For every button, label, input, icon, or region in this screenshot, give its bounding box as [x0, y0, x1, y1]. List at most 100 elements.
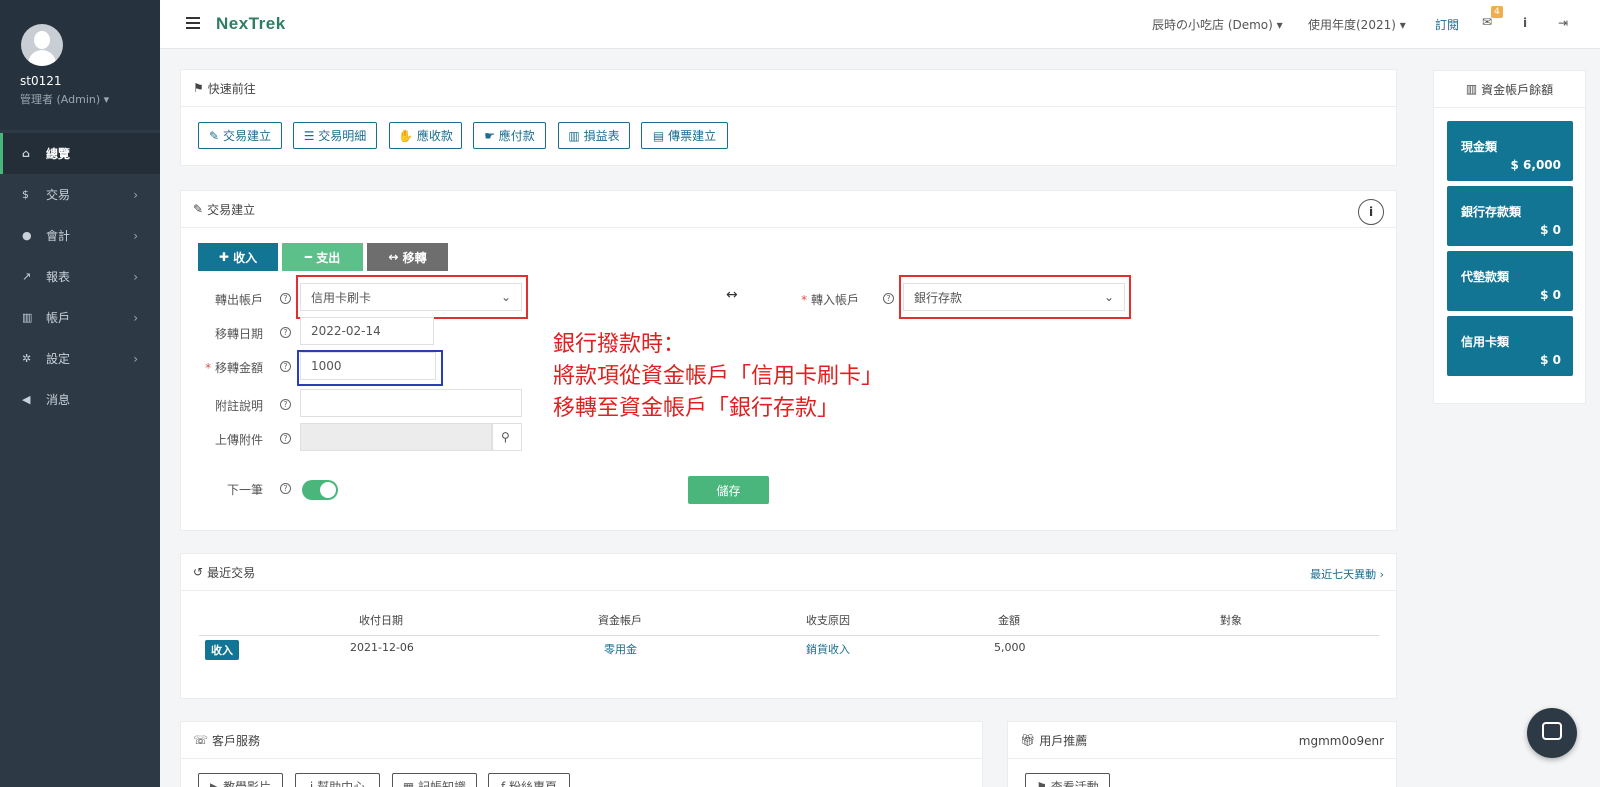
sidebar-item-transactions[interactable]: $ 交易 › — [0, 174, 160, 215]
save-button[interactable]: 儲存 — [688, 476, 769, 504]
panel-title: 最近交易 — [207, 565, 256, 580]
quick-voucher-button[interactable]: ▤ 傳票建立 — [641, 122, 728, 149]
info-circle-icon[interactable]: i — [1358, 199, 1384, 225]
card-label: 銀行存款類 — [1461, 205, 1522, 219]
document-icon: ▤ — [652, 128, 665, 143]
button-label: 傳票建立 — [668, 129, 717, 143]
annotation-line: 移轉至資金帳戶「銀行存款」 — [553, 396, 840, 421]
quick-payable-button[interactable]: ☛ 應付款 — [473, 122, 546, 149]
quick-income-statement-button[interactable]: ▥ 損益表 — [558, 122, 630, 149]
tab-transfer[interactable]: ↔ 移轉 — [367, 243, 448, 271]
quick-receivable-button[interactable]: ✋ 應收款 — [389, 122, 462, 149]
panel-header: ⚑ 快速前往 — [181, 70, 1396, 107]
sidebar-item-reports[interactable]: ↗ 報表 › — [0, 256, 160, 297]
view-event-button[interactable]: ⚑ 查看活動 — [1025, 773, 1110, 787]
sidebar-item-messages[interactable]: ◀ 消息 — [0, 379, 160, 420]
video-icon: ▶ — [209, 779, 220, 787]
date-input[interactable]: 2022-02-14 — [300, 317, 434, 345]
balance-card-bank[interactable]: 銀行存款類 $ 0 — [1447, 186, 1573, 246]
panel-header: ↺ 最近交易 — [181, 554, 1396, 591]
run-icon: ⚑ — [193, 81, 204, 95]
panel-header: ✎ 交易建立 — [181, 191, 1396, 228]
panel-title: 客戶服務 — [212, 733, 261, 748]
paperclip-icon[interactable]: ⚲ — [492, 423, 522, 451]
fanpage-button[interactable]: f 粉絲專頁 — [488, 773, 570, 787]
referral-code: mgmm0o9enr — [1298, 734, 1384, 748]
quick-transaction-list-button[interactable]: ☰ 交易明細 — [293, 122, 377, 149]
help-center-button[interactable]: i 幫助中心 — [295, 773, 380, 787]
link-label: 最近七天異動 — [1310, 568, 1377, 581]
sidebar-item-accounts[interactable]: ▥ 帳戶 › — [0, 297, 160, 338]
list-icon: ☰ — [303, 128, 315, 143]
avatar[interactable] — [21, 24, 63, 66]
chat-launcher[interactable] — [1527, 708, 1577, 758]
card-value: $ 0 — [1540, 353, 1561, 367]
hand-coin-icon: ✋ — [398, 128, 414, 143]
help-icon[interactable]: ? — [280, 399, 291, 410]
sidebar: st0121 管理者 (Admin) ▾ ⌂ 總覽 $ 交易 › ● 會計 › ↗ 報表 › … — [0, 0, 160, 787]
quick-create-transaction-button[interactable]: ✎ 交易建立 — [198, 122, 282, 149]
recent-7-days-link[interactable]: 最近七天異動 › — [1310, 566, 1384, 582]
amount-label-text: 移轉金額 — [214, 361, 263, 375]
help-icon[interactable]: ? — [280, 293, 291, 304]
button-label: 粉絲專頁 — [509, 780, 558, 787]
panel-header: ▥ 資金帳戶餘額 — [1434, 71, 1585, 108]
gear-icon: ✲ — [22, 352, 32, 365]
tab-label: 收入 — [233, 250, 258, 265]
annotation-line: 將款項從資金帳戶「信用卡刷卡」 — [553, 364, 884, 389]
help-icon[interactable]: ? — [280, 361, 291, 372]
tutorial-video-button[interactable]: ▶ 教學影片 — [198, 773, 283, 787]
balance-card-credit[interactable]: 信用卡類 $ 0 — [1447, 316, 1573, 376]
year-dropdown[interactable]: 使用年度(2021) ▾ — [1308, 16, 1406, 33]
store-dropdown[interactable]: 辰時の小吃店 (Demo) ▾ — [1152, 16, 1283, 33]
transfer-arrow-icon: ↔ — [726, 287, 738, 303]
tab-label: 移轉 — [402, 250, 427, 265]
row-account-link[interactable]: 零用金 — [604, 641, 637, 657]
sidebar-item-accounting[interactable]: ● 會計 › — [0, 215, 160, 256]
highlight-box — [297, 350, 443, 386]
gift-icon: 🎁︎ — [1020, 733, 1036, 747]
note-input[interactable] — [300, 389, 522, 417]
logout-icon[interactable]: ⇥ — [1558, 16, 1568, 30]
knowledge-button[interactable]: ▦ 記帳知識 — [392, 773, 477, 787]
support-icon: ☏ — [193, 733, 209, 747]
balance-card-advance[interactable]: 代墊款類 $ 0 — [1447, 251, 1573, 311]
tab-expense[interactable]: ━ 支出 — [282, 243, 363, 271]
upload-input[interactable] — [300, 423, 492, 451]
sidebar-item-label: 消息 — [46, 393, 71, 407]
to-account-label: * 轉入帳戶 — [789, 291, 859, 308]
subscribe-link[interactable]: 訂閱 — [1435, 16, 1459, 33]
sidebar-item-overview[interactable]: ⌂ 總覽 — [0, 133, 160, 174]
dollar-icon: $ — [22, 188, 29, 201]
info-icon[interactable]: i — [1523, 16, 1527, 30]
mail-button[interactable]: ✉ 4 — [1482, 6, 1503, 29]
sidebar-item-label: 總覽 — [46, 147, 71, 161]
role-dropdown[interactable]: 管理者 (Admin) ▾ — [20, 91, 140, 107]
pencil-icon: ✎ — [209, 128, 220, 143]
note-label: 附註說明 — [214, 399, 263, 413]
highlight-box — [296, 275, 528, 319]
toggle-knob — [320, 482, 336, 498]
col-header-date: 收付日期 — [359, 614, 403, 627]
facebook-icon: f — [500, 779, 506, 787]
hamburger-menu-icon[interactable] — [186, 17, 200, 29]
help-icon[interactable]: ? — [883, 293, 894, 304]
annotation-text: 銀行撥款時： 將款項從資金帳戶「信用卡刷卡」 移轉至資金帳戶「銀行存款」 — [553, 329, 883, 425]
tab-income[interactable]: ✚ 收入 — [198, 243, 278, 271]
row-amount: 5,000 — [994, 641, 1026, 654]
bar-chart-icon: ▥ — [568, 128, 580, 143]
panel-header: ☏ 客戶服務 — [181, 722, 982, 759]
next-label: 下一筆 — [226, 483, 263, 497]
row-reason-link[interactable]: 銷貨收入 — [806, 641, 850, 657]
pencil-icon: ✎ — [193, 202, 204, 216]
chevron-right-icon: › — [133, 187, 138, 202]
help-icon[interactable]: ? — [280, 433, 291, 444]
sidebar-item-settings[interactable]: ✲ 設定 › — [0, 338, 160, 379]
help-icon[interactable]: ? — [280, 327, 291, 338]
balance-card-cash[interactable]: 現金類 $ 6,000 — [1447, 121, 1573, 181]
next-toggle[interactable] — [302, 480, 338, 500]
help-icon[interactable]: ? — [280, 483, 291, 494]
card-value: $ 6,000 — [1510, 158, 1561, 172]
store-label: 辰時の小吃店 (Demo) — [1152, 18, 1273, 32]
chevron-right-icon: › — [133, 269, 138, 284]
